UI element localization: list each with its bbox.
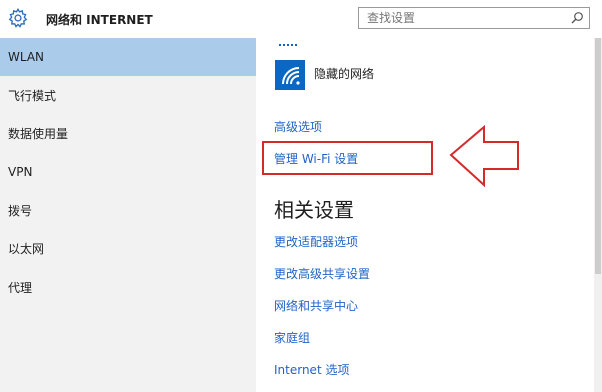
highlight-box bbox=[262, 141, 433, 175]
page-title: 网络和 INTERNET bbox=[46, 13, 153, 27]
network-sharing-center-link[interactable]: 网络和共享中心 bbox=[274, 297, 358, 314]
gear-icon bbox=[8, 7, 28, 28]
sidebar-item-data-usage[interactable]: 数据使用量 bbox=[0, 115, 256, 153]
search-icon[interactable] bbox=[570, 11, 584, 25]
list-item[interactable] bbox=[274, 386, 354, 392]
sidebar-item-airplane-mode[interactable]: 飞行模式 bbox=[0, 77, 256, 115]
sidebar-item-proxy[interactable]: 代理 bbox=[0, 269, 256, 307]
scrollbar[interactable] bbox=[594, 38, 602, 392]
search-input[interactable] bbox=[367, 11, 557, 25]
sidebar: WLAN 飞行模式 数据使用量 VPN 拨号 以太网 代理 bbox=[0, 38, 256, 392]
change-advanced-sharing-link[interactable]: 更改高级共享设置 bbox=[274, 265, 370, 282]
internet-options-link[interactable]: Internet 选项 bbox=[274, 361, 349, 378]
sidebar-item-ethernet[interactable]: 以太网 bbox=[0, 230, 256, 268]
hidden-network-label[interactable]: 隐藏的网络 bbox=[314, 65, 374, 82]
title-bar: 网络和 INTERNET bbox=[0, 0, 602, 38]
related-settings-title: 相关设置 bbox=[274, 198, 354, 222]
sidebar-item-vpn[interactable]: VPN bbox=[0, 153, 256, 191]
arrow-left-icon bbox=[449, 124, 519, 188]
sidebar-item-dialup[interactable]: 拨号 bbox=[0, 192, 256, 230]
wifi-icon[interactable] bbox=[275, 60, 305, 90]
change-adapter-options-link[interactable]: 更改适配器选项 bbox=[274, 233, 358, 250]
scroll-thumb[interactable] bbox=[595, 38, 601, 274]
advanced-options-link[interactable]: 高级选项 bbox=[274, 118, 322, 135]
homegroup-link[interactable]: 家庭组 bbox=[274, 329, 310, 346]
wifi-icon[interactable] bbox=[275, 35, 305, 47]
search-box[interactable] bbox=[358, 7, 590, 29]
sidebar-item-wlan[interactable]: WLAN bbox=[0, 38, 256, 76]
